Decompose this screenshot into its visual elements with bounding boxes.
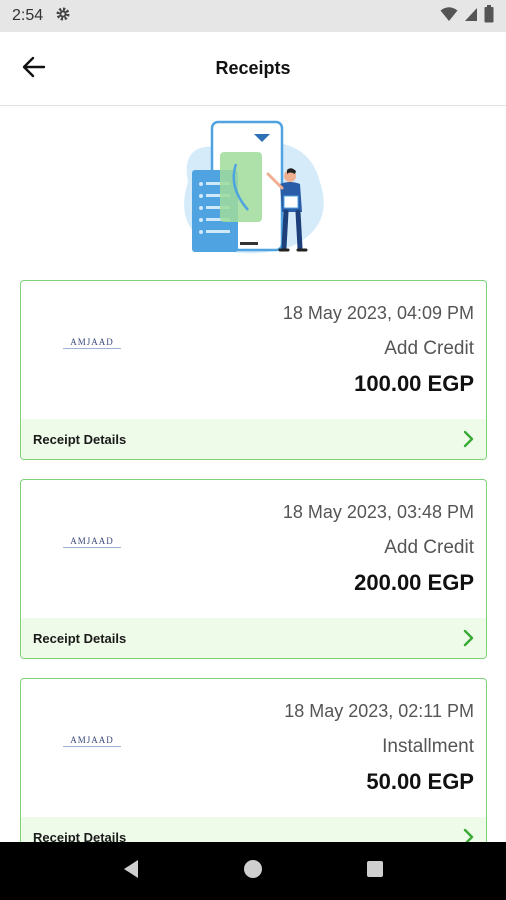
triangle-back-icon [122,859,140,884]
receipt-card[interactable]: AMJAAD 18 May 2023, 03:48 PM Add Credit … [20,479,487,659]
wifi-icon [440,6,458,27]
receipt-details-label: Receipt Details [33,630,127,646]
chevron-right-icon [462,430,474,448]
receipt-amount: 50.00 EGP [366,769,474,794]
svg-text:AMJAAD: AMJAAD [70,735,114,745]
receipt-type: Add Credit [384,338,474,359]
chevron-right-icon [462,629,474,647]
company-logo: AMJAAD [61,731,123,753]
svg-text:AMJAAD: AMJAAD [70,536,114,546]
status-bar: 2:54 [0,0,506,32]
receipts-illustration [170,112,340,262]
receipt-date: 18 May 2023, 03:48 PM [282,502,474,522]
square-recents-icon [366,860,384,883]
svg-text:AMJAAD: AMJAAD [70,337,114,347]
company-logo: AMJAAD [61,532,123,554]
receipt-card[interactable]: AMJAAD 18 May 2023, 04:09 PM Add Credit … [20,280,487,460]
gear-icon [55,6,71,27]
company-logo: AMJAAD [61,333,123,355]
receipt-type: Add Credit [384,537,474,558]
app-bar: Receipts [0,32,506,106]
signal-icon [464,6,478,27]
receipt-details-button[interactable]: Receipt Details [21,419,486,459]
status-time: 2:54 [12,7,44,24]
receipt-date: 18 May 2023, 04:09 PM [282,303,474,323]
chevron-right-icon [462,828,474,842]
battery-icon [484,4,494,28]
receipts-list[interactable]: AMJAAD 18 May 2023, 04:09 PM Add Credit … [0,106,506,842]
receipt-date: 18 May 2023, 02:11 PM [284,701,474,721]
system-nav-bar [0,842,506,900]
nav-back-button[interactable] [111,851,151,891]
page-title: Receipts [215,58,291,78]
receipt-details-label: Receipt Details [33,431,127,447]
receipt-amount: 100.00 EGP [354,371,474,396]
circle-home-icon [243,859,263,884]
receipt-type: Installment [382,736,474,757]
receipt-details-button[interactable]: Receipt Details [21,618,486,658]
receipt-card[interactable]: AMJAAD 18 May 2023, 02:11 PM Installment… [20,678,487,842]
nav-recents-button[interactable] [355,851,395,891]
receipt-details-label: Receipt Details [33,829,127,843]
receipt-details-button[interactable]: Receipt Details [21,817,486,842]
nav-home-button[interactable] [233,851,273,891]
receipt-amount: 200.00 EGP [354,570,474,595]
